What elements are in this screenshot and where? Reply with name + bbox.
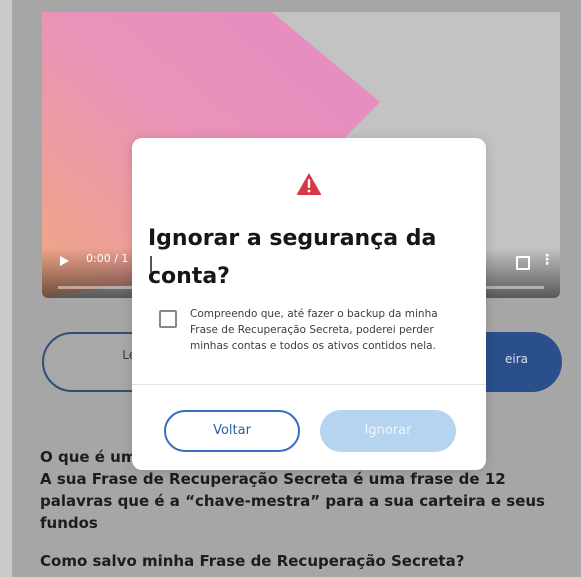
acknowledge-checkbox[interactable] xyxy=(159,310,177,328)
faq-answer-line-2: palavras que é a “chave-mestra” para a s… xyxy=(40,492,545,510)
video-time: 0:00 / 1 xyxy=(86,252,129,265)
secure-wallet-label: eira xyxy=(504,352,528,366)
faq-question-1: O que é um xyxy=(40,448,137,466)
ignore-button[interactable]: Ignorar xyxy=(320,410,456,452)
warning-icon xyxy=(296,173,322,195)
fullscreen-icon[interactable] xyxy=(516,256,530,270)
modal-title: Ignorar a segurança da conta? xyxy=(148,226,437,289)
text-cursor xyxy=(150,256,152,272)
modal-divider xyxy=(132,384,486,385)
back-button[interactable]: Voltar xyxy=(164,410,300,452)
skip-security-modal: Ignorar a segurança da conta? Compreendo… xyxy=(132,138,486,470)
faq-answer-line-3: fundos xyxy=(40,514,98,532)
play-icon[interactable] xyxy=(60,256,69,266)
faq-question-2: Como salvo minha Frase de Recuperação Se… xyxy=(40,552,465,570)
more-options-icon[interactable]: ⋮ xyxy=(540,252,554,268)
acknowledge-label: Compreendo que, até fazer o backup da mi… xyxy=(190,308,438,352)
faq-answer-line-1: A sua Frase de Recuperação Secreta é uma… xyxy=(40,470,506,488)
